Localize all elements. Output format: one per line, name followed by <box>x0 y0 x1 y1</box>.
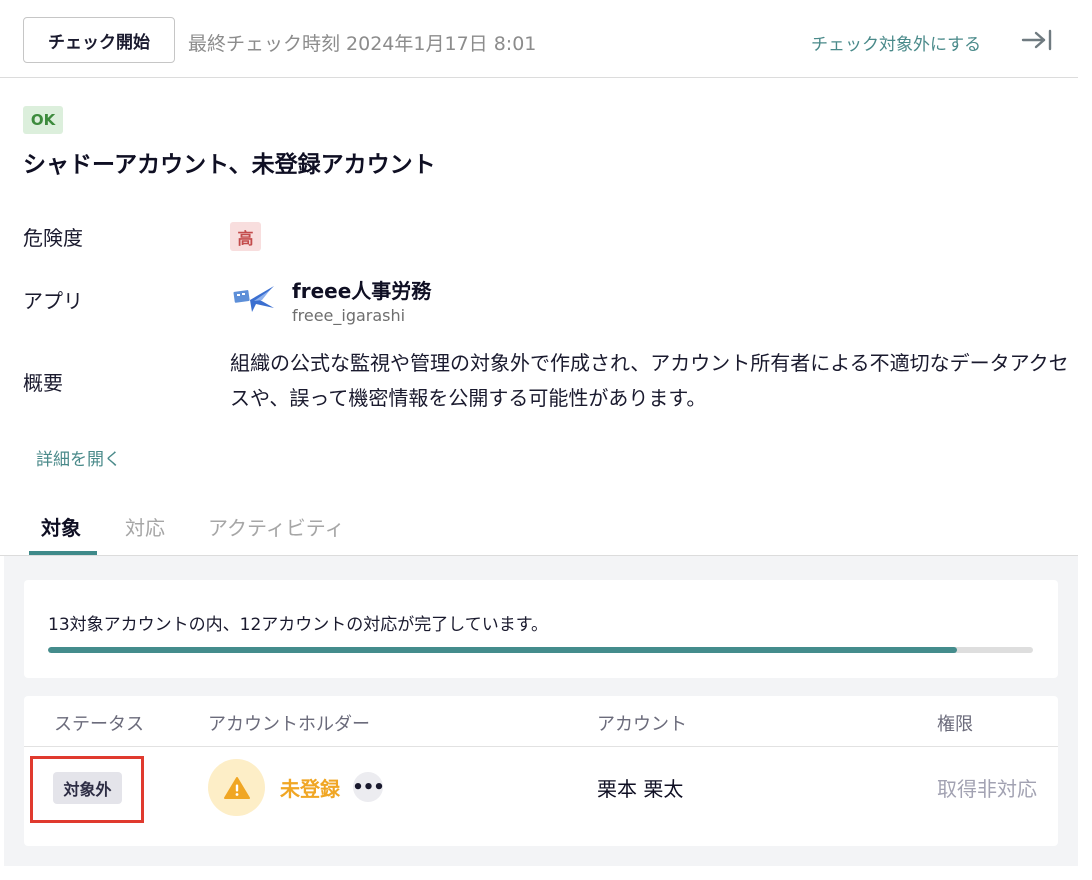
risk-label: 危険度 <box>23 226 83 250</box>
risk-level-badge: 高 <box>230 222 261 251</box>
column-header-permission: 権限 <box>937 714 973 735</box>
summary-label: 概要 <box>23 371 63 395</box>
app-label: アプリ <box>23 289 83 313</box>
accounts-table <box>24 696 1058 846</box>
column-header-holder: アカウントホルダー <box>208 714 370 735</box>
permission-value: 取得非対応 <box>937 777 1037 801</box>
status-ok-badge: OK <box>23 106 63 134</box>
active-tab-indicator <box>29 551 97 555</box>
start-check-button[interactable]: チェック開始 <box>23 17 175 63</box>
column-header-account: アカウント <box>597 714 687 735</box>
account-holder-status: 未登録 <box>280 777 340 801</box>
holder-avatar <box>208 759 265 816</box>
account-name: 栗本 栗太 <box>597 777 684 801</box>
warning-icon <box>223 776 250 799</box>
last-check-time: 最終チェック時刻 2024年1月17日 8:01 <box>188 33 537 55</box>
more-options-button[interactable]: ••• <box>352 772 385 802</box>
open-details-link[interactable]: 詳細を開く <box>36 445 121 470</box>
app-account-id: freee_igarashi <box>292 306 406 325</box>
tab-bar: 対象 対応 アクティビティ <box>0 500 1078 556</box>
table-header-divider <box>24 746 1058 747</box>
page-title: シャドーアカウント、未登録アカウント <box>23 152 436 178</box>
column-header-status: ステータス <box>54 714 144 735</box>
status-badge[interactable]: 対象外 <box>53 772 122 804</box>
tab-targets[interactable]: 対象 <box>41 512 81 541</box>
freee-bird-logo-icon <box>233 286 274 312</box>
tab-responses[interactable]: 対応 <box>125 512 165 541</box>
exclude-check-link[interactable]: チェック対象外にする <box>811 30 981 55</box>
tab-activity[interactable]: アクティビティ <box>208 512 345 541</box>
top-toolbar: チェック開始 最終チェック時刻 2024年1月17日 8:01 チェック対象外に… <box>0 0 1078 78</box>
summary-text: 組織の公式な監視や管理の対象外で作成され、アカウント所有者による不適切なデータア… <box>230 351 1069 410</box>
app-name: freee人事労務 <box>292 279 432 303</box>
collapse-panel-icon[interactable] <box>1020 28 1054 52</box>
progress-bar <box>48 647 1033 653</box>
progress-summary: 13対象アカウントの内、12アカウントの対応が完了しています。 <box>48 615 549 635</box>
progress-bar-fill <box>48 647 958 653</box>
